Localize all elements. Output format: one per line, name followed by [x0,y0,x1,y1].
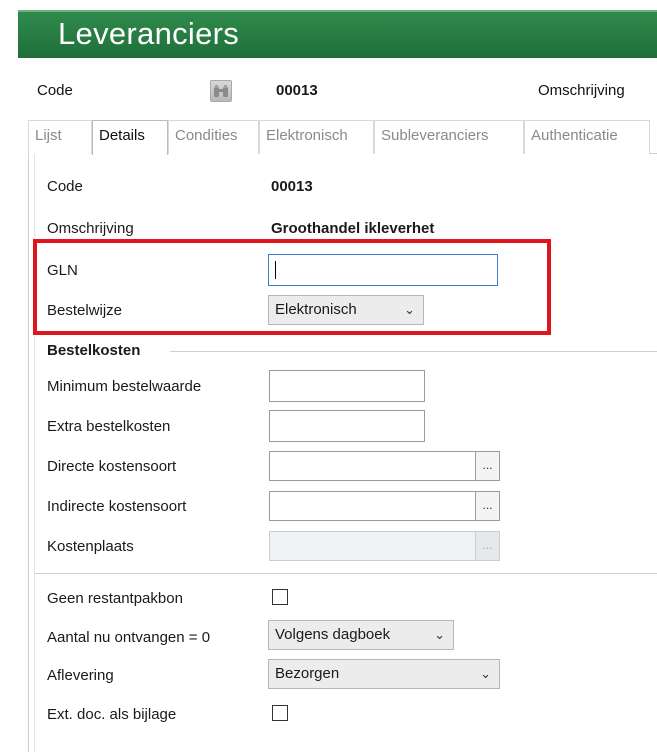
ext-doc-bijlage-label: Ext. doc. als bijlage [47,706,177,723]
tab-condities[interactable]: Condities [168,120,259,154]
tab-bar: Lijst Details Condities Elektronisch Sub… [28,120,657,155]
geen-restantpakbon-checkbox[interactable] [272,589,288,605]
tab-lijst[interactable]: Lijst [28,120,92,154]
bestelkosten-title: Bestelkosten [47,342,141,359]
code-label: Code [47,178,83,195]
aflevering-label: Aflevering [47,667,114,684]
code-value: 00013 [271,178,313,195]
highlight-annotation [33,239,551,335]
aantal-nu-ontvangen-label: Aantal nu ontvangen = 0 [47,629,211,646]
aantal-nu-ontvangen-value: Volgens dagboek [275,626,391,643]
kostenplaats-browse-button[interactable]: ... [475,532,499,560]
lookup-button[interactable] [210,80,232,102]
header-omschrijving-label: Omschrijving [538,82,625,99]
chevron-down-icon: ⌄ [434,627,445,642]
geen-restantpakbon-label: Geen restantpakbon [47,590,183,607]
omschrijving-label: Omschrijving [47,220,134,237]
aantal-nu-ontvangen-select[interactable]: Volgens dagboek ⌄ [268,620,454,650]
header-code-label: Code [37,82,73,99]
extra-bestelkosten-label: Extra bestelkosten [47,418,171,435]
ext-doc-bijlage-checkbox[interactable] [272,705,288,721]
minimum-bestelwaarde-label: Minimum bestelwaarde [47,378,202,395]
kostenplaats-input[interactable]: ... [269,531,500,561]
header-code-value: 00013 [276,82,318,99]
directe-kostensoort-label: Directe kostensoort [47,458,177,475]
section-divider-2 [35,573,657,574]
kostenplaats-label: Kostenplaats [47,538,134,555]
tab-elektronisch[interactable]: Elektronisch [259,120,374,154]
directe-kostensoort-browse-button[interactable]: ... [475,452,499,480]
binoculars-icon [214,85,228,97]
indirecte-kostensoort-label: Indirecte kostensoort [47,498,187,515]
window-title: Leveranciers [58,16,240,51]
indirecte-kostensoort-input[interactable]: ... [269,491,500,521]
minimum-bestelwaarde-input[interactable] [269,370,425,402]
tab-subleveranciers[interactable]: Subleveranciers [374,120,524,154]
content-frame [28,154,29,752]
tab-details[interactable]: Details [92,120,168,155]
chevron-down-icon: ⌄ [480,666,491,681]
tab-authenticatie[interactable]: Authenticatie [524,120,650,154]
extra-bestelkosten-input[interactable] [269,410,425,442]
aflevering-value: Bezorgen [275,665,340,682]
directe-kostensoort-input[interactable]: ... [269,451,500,481]
title-bar: Leveranciers [18,10,657,58]
indirecte-kostensoort-browse-button[interactable]: ... [475,492,499,520]
section-divider [170,351,657,352]
aflevering-select[interactable]: Bezorgen ⌄ [268,659,500,689]
omschrijving-value: Groothandel ikleverhet [271,220,435,237]
